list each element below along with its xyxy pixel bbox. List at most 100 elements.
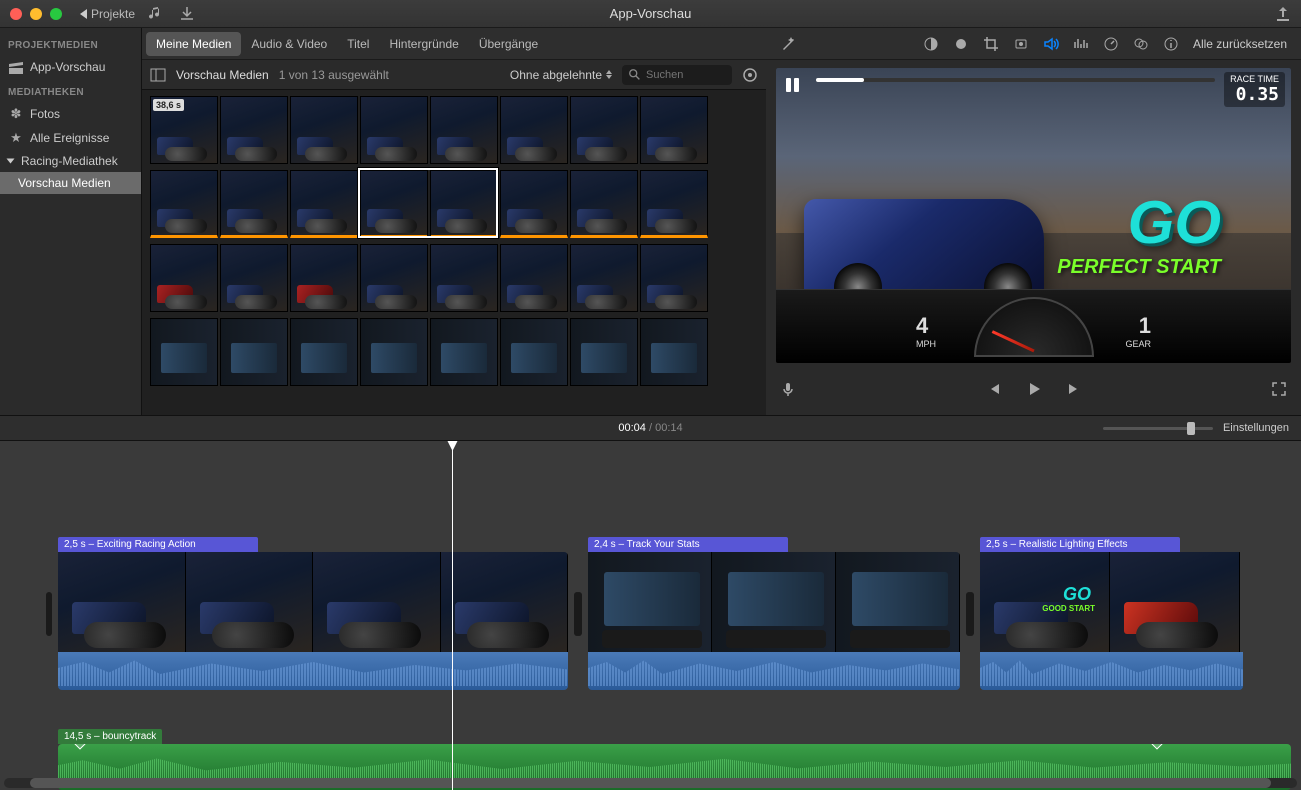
voiceover-icon[interactable] xyxy=(780,381,796,397)
media-clip[interactable] xyxy=(290,318,358,386)
window-minimize[interactable] xyxy=(30,8,42,20)
back-to-projects[interactable]: Projekte xyxy=(80,7,135,21)
play-button[interactable] xyxy=(1026,381,1042,397)
stabilize-icon[interactable] xyxy=(1013,36,1029,52)
media-clip[interactable] xyxy=(360,244,428,312)
media-clip[interactable] xyxy=(500,318,568,386)
search-input[interactable] xyxy=(646,69,726,81)
timeline-clip[interactable]: 2,4 s – Track Your Stats xyxy=(588,537,960,690)
keyframe[interactable] xyxy=(74,744,85,750)
browser-settings-icon[interactable] xyxy=(742,67,758,83)
media-clip[interactable] xyxy=(430,318,498,386)
magic-wand-icon[interactable] xyxy=(780,36,796,52)
effects-icon[interactable] xyxy=(1133,36,1149,52)
zoom-slider[interactable] xyxy=(1103,427,1213,430)
media-clip[interactable]: 38,6 s xyxy=(150,96,218,164)
titlebar: Projekte App-Vorschau xyxy=(0,0,1301,28)
music-settings-icon[interactable] xyxy=(149,6,165,22)
media-clip[interactable] xyxy=(570,244,638,312)
import-icon[interactable] xyxy=(179,6,195,22)
media-clip[interactable] xyxy=(640,170,708,238)
reset-all-button[interactable]: Alle zurücksetzen xyxy=(1193,37,1287,51)
progress-bar xyxy=(816,78,1215,82)
thumbnail-grid[interactable]: 38,6 s xyxy=(142,90,766,415)
media-clip[interactable] xyxy=(360,170,428,238)
preview-viewer: Alle zurücksetzen GO PERFECT START 4MPH … xyxy=(766,28,1301,415)
tab-meine-medien[interactable]: Meine Medien xyxy=(146,32,241,56)
media-clip[interactable] xyxy=(640,96,708,164)
mph-indicator: 4MPH xyxy=(916,313,936,349)
media-clip[interactable] xyxy=(290,96,358,164)
timeline-clip[interactable]: 2,5 s – Exciting Racing Action xyxy=(58,537,568,690)
media-clip[interactable] xyxy=(290,244,358,312)
sidebar-item-vorschau-medien[interactable]: Vorschau Medien xyxy=(0,172,141,194)
media-clip[interactable] xyxy=(430,244,498,312)
video-preview[interactable]: GO PERFECT START 4MPH 1GEAR RACE TIME0.3… xyxy=(776,68,1291,363)
media-clip[interactable] xyxy=(640,244,708,312)
tab-audio-video[interactable]: Audio & Video xyxy=(241,32,337,56)
media-clip[interactable] xyxy=(500,244,568,312)
media-clip[interactable] xyxy=(150,318,218,386)
color-balance-icon[interactable] xyxy=(923,36,939,52)
trim-handle-left[interactable] xyxy=(46,592,52,636)
media-clip[interactable] xyxy=(220,244,288,312)
media-browser: Meine Medien Audio & Video Titel Hinterg… xyxy=(142,28,766,415)
timeline[interactable]: 2,5 s – Exciting Racing Action 2,4 s – T… xyxy=(0,441,1301,790)
media-clip[interactable] xyxy=(570,318,638,386)
project-label: App-Vorschau xyxy=(30,60,105,74)
next-button[interactable] xyxy=(1066,381,1082,397)
media-clip[interactable] xyxy=(360,318,428,386)
media-clip[interactable] xyxy=(570,96,638,164)
timeline-clip[interactable]: 2,5 s – Realistic Lighting Effects GOGOO… xyxy=(980,537,1243,690)
sidebar-item-project[interactable]: App-Vorschau xyxy=(0,55,141,79)
media-clip[interactable] xyxy=(150,244,218,312)
crop-icon[interactable] xyxy=(983,36,999,52)
keyframe[interactable] xyxy=(1151,744,1162,750)
share-icon[interactable] xyxy=(1275,6,1291,22)
media-clip[interactable] xyxy=(500,96,568,164)
settings-button[interactable]: Einstellungen xyxy=(1223,422,1289,434)
media-clip[interactable] xyxy=(290,170,358,238)
media-clip[interactable] xyxy=(500,170,568,238)
media-clip[interactable] xyxy=(220,318,288,386)
trim-handle-left[interactable] xyxy=(576,592,582,636)
color-wheel-icon[interactable] xyxy=(953,36,969,52)
preview-perfect-text: PERFECT START xyxy=(1057,256,1221,279)
info-icon[interactable] xyxy=(1163,36,1179,52)
sidebar-section-mediatheken: Mediatheken xyxy=(0,79,141,102)
clip-title: 2,5 s – Realistic Lighting Effects xyxy=(980,537,1180,552)
volume-icon[interactable] xyxy=(1043,36,1059,52)
eq-icon[interactable] xyxy=(1073,36,1089,52)
media-clip[interactable] xyxy=(150,170,218,238)
media-clip[interactable] xyxy=(430,170,498,238)
viewer-toolbar: Alle zurücksetzen xyxy=(766,28,1301,60)
clip-audio-waveform xyxy=(58,652,568,690)
prev-button[interactable] xyxy=(986,381,1002,397)
pause-overlay-icon xyxy=(784,76,802,94)
tab-uebergange[interactable]: Übergänge xyxy=(469,32,548,56)
media-clip[interactable] xyxy=(640,318,708,386)
window-title: App-Vorschau xyxy=(610,6,692,21)
media-clip[interactable] xyxy=(430,96,498,164)
media-clip[interactable] xyxy=(220,170,288,238)
trim-handle-left[interactable] xyxy=(968,592,974,636)
sidebar-item-fotos[interactable]: ✽ Fotos xyxy=(0,102,141,126)
sidebar-item-racing-mediathek[interactable]: Racing-Mediathek xyxy=(0,150,141,172)
timeline-scrollbar[interactable] xyxy=(4,778,1297,788)
sidebar-item-alle-ereignisse[interactable]: ★ Alle Ereignisse xyxy=(0,126,141,150)
layout-toggle-icon[interactable] xyxy=(150,67,166,83)
playhead[interactable] xyxy=(452,441,453,790)
media-clip[interactable] xyxy=(570,170,638,238)
window-close[interactable] xyxy=(10,8,22,20)
fullscreen-icon[interactable] xyxy=(1271,381,1287,397)
window-zoom[interactable] xyxy=(50,8,62,20)
browser-subtitle: 1 von 13 ausgewählt xyxy=(279,68,389,82)
speed-icon[interactable] xyxy=(1103,36,1119,52)
tab-hintergruende[interactable]: Hintergründe xyxy=(379,32,468,56)
media-clip[interactable] xyxy=(220,96,288,164)
tab-titel[interactable]: Titel xyxy=(337,32,379,56)
search-field[interactable] xyxy=(622,65,732,85)
filter-dropdown[interactable]: Ohne abgelehnte xyxy=(510,68,602,82)
transport-controls xyxy=(766,367,1301,411)
media-clip[interactable] xyxy=(360,96,428,164)
